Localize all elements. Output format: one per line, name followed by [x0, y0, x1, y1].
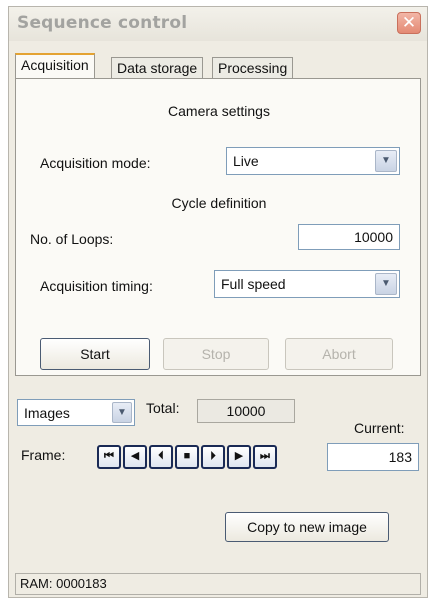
view-select-value: Images [24, 405, 70, 421]
close-button[interactable]: ✕ [397, 12, 421, 34]
play-backward-icon[interactable]: ◀ [123, 445, 147, 469]
step-forward-icon[interactable]: ⏵ [201, 445, 225, 469]
loops-label: No. of Loops: [30, 231, 114, 247]
ram-readout: RAM: 0000183 [20, 576, 107, 591]
acquisition-timing-label: Acquisition timing: [40, 278, 153, 294]
abort-button[interactable]: Abort [285, 338, 393, 370]
status-bar: RAM: 0000183 [15, 573, 421, 595]
first-frame-icon[interactable]: ⏮ [97, 445, 121, 469]
play-forward-icon[interactable]: ▶ [227, 445, 251, 469]
tab-label: Acquisition [21, 57, 89, 73]
stop-button[interactable]: Stop [163, 338, 269, 370]
copy-to-new-image-button[interactable]: Copy to new image [225, 512, 389, 542]
camera-settings-heading: Camera settings [168, 103, 270, 119]
close-icon: ✕ [401, 13, 417, 32]
current-frame-input[interactable]: 183 [327, 443, 419, 471]
current-label: Current: [354, 420, 405, 436]
last-frame-icon[interactable]: ⏭ [253, 445, 277, 469]
acquisition-panel: Camera settings Acquisition mode: Live ▼… [15, 78, 421, 376]
total-label: Total: [146, 400, 180, 416]
window-title: Sequence control [17, 13, 188, 33]
title-bar[interactable]: Sequence control ✕ [9, 7, 427, 41]
tab-label: Data storage [117, 60, 198, 76]
acquisition-timing-value: Full speed [221, 276, 286, 292]
tab-data-storage[interactable]: Data storage [111, 57, 204, 79]
chevron-down-icon[interactable]: ▼ [375, 273, 397, 295]
sequence-control-window: Sequence control ✕ Acquisition Data stor… [8, 6, 428, 598]
tab-processing[interactable]: Processing [212, 57, 294, 79]
cycle-definition-heading: Cycle definition [171, 195, 267, 211]
frame-label: Frame: [21, 447, 66, 463]
step-back-icon[interactable]: ⏴ [149, 445, 173, 469]
acquisition-mode-value: Live [233, 153, 259, 169]
tab-label: Processing [218, 60, 288, 76]
loops-input[interactable]: 10000 [298, 224, 400, 250]
chevron-down-icon[interactable]: ▼ [112, 402, 132, 423]
start-button[interactable]: Start [40, 338, 150, 370]
tab-acquisition[interactable]: Acquisition [15, 53, 95, 79]
stop-icon[interactable]: ■ [175, 445, 199, 469]
chevron-down-icon[interactable]: ▼ [375, 150, 397, 172]
acquisition-mode-label: Acquisition mode: [40, 155, 151, 171]
total-value: 10000 [197, 399, 295, 423]
view-select[interactable]: Images ▼ [17, 399, 135, 426]
acquisition-mode-select[interactable]: Live ▼ [226, 147, 400, 175]
acquisition-timing-select[interactable]: Full speed ▼ [214, 270, 400, 298]
